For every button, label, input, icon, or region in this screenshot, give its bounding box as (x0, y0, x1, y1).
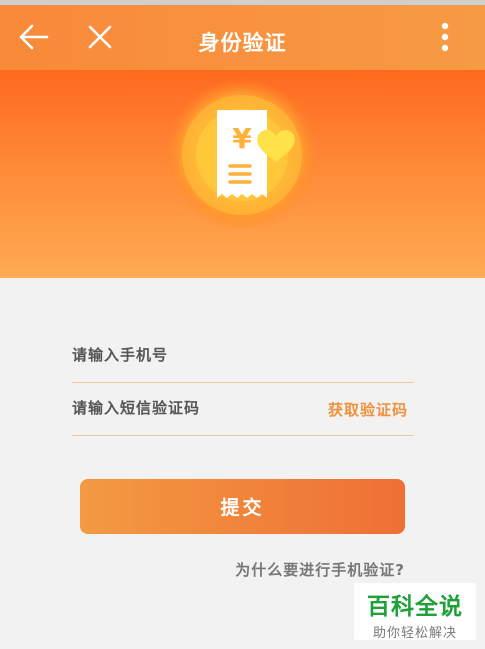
hero-banner: ¥ (0, 70, 485, 278)
yuan-symbol: ¥ (232, 122, 252, 155)
sms-code-row: 获取验证码 (72, 383, 414, 436)
receipt-yuan-heart-icon: ¥ (166, 79, 318, 231)
get-code-button[interactable]: 获取验证码 (328, 399, 408, 420)
phone-row (72, 330, 414, 383)
navigation-bar: 身份验证 (0, 0, 485, 70)
phone-input[interactable] (72, 340, 302, 370)
more-options-button[interactable] (425, 17, 465, 57)
watermark-main: 百科全说 (367, 594, 463, 620)
watermark-logo: 百科全说 助你轻松解决 (354, 583, 476, 641)
more-vertical-icon (441, 22, 449, 52)
page-title: 身份验证 (198, 31, 287, 55)
watermark-sub: 助你轻松解决 (372, 626, 457, 641)
submit-button[interactable]: 提交 (80, 479, 405, 534)
sms-code-input[interactable] (72, 393, 302, 423)
why-verify-link[interactable]: 为什么要进行手机验证? (235, 559, 405, 580)
verification-form: 获取验证码 (72, 330, 414, 436)
